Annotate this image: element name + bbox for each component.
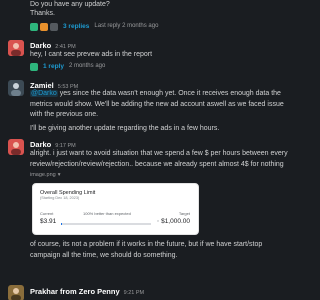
thread-replies[interactable]: 1 reply 2 months ago — [30, 62, 105, 72]
progress-note: 100% better than expected — [83, 211, 131, 216]
message-text: alright. i just want to avoid situation … — [30, 150, 288, 168]
progress-fill — [61, 223, 62, 225]
message-text: I'll be giving another update regarding … — [30, 125, 220, 132]
message-text: Thanks. — [30, 10, 55, 17]
target-amount: $1,000.00 — [161, 218, 190, 225]
replies-meta: 2 months ago — [68, 63, 106, 70]
avatar — [30, 63, 38, 71]
current-value: $3.91 — [40, 218, 57, 225]
avatar — [40, 23, 48, 31]
current-label: Current — [40, 211, 54, 216]
image-attachment[interactable]: Overall Spending Limit (Starting Dec 18,… — [32, 183, 199, 235]
author-name[interactable]: Prakhar from Zero Penny — [30, 287, 120, 297]
message-text: Do you have any update? — [30, 1, 110, 8]
replies-link[interactable]: 1 reply — [43, 63, 64, 71]
thread-top: Do you have any update? Thanks. — [30, 0, 295, 18]
user-icon — [8, 139, 24, 155]
avatar[interactable] — [8, 285, 24, 300]
attachment-name[interactable]: image.png — [30, 172, 56, 179]
progress-bar — [61, 223, 151, 225]
card-subtitle: (Starting Dec 18, 2023) — [40, 196, 80, 200]
user-mention[interactable]: @Darko — [30, 90, 58, 97]
message-text: of course, its not a problem if it works… — [30, 241, 263, 259]
message-text: @Darko yes since the data wasn't enough … — [30, 89, 292, 121]
attachment-label[interactable]: image.png ▾ — [30, 172, 60, 179]
message-text: hey, I cant see prevew ads in the report — [30, 51, 153, 58]
user-icon — [8, 80, 24, 96]
message-body: yes since the data wasn't enough yet. On… — [30, 90, 284, 118]
thread-replies[interactable]: 3 replies Last reply 2 months ago — [30, 22, 158, 32]
target-label: Target — [178, 211, 190, 216]
avatar[interactable] — [8, 139, 24, 155]
replies-meta: Last reply 2 months ago — [94, 23, 159, 30]
user-icon — [8, 285, 24, 300]
message-header: Prakhar from Zero Penny 9:21 PM — [30, 287, 144, 297]
timestamp[interactable]: 9:21 PM — [124, 290, 144, 297]
user-icon — [8, 40, 24, 56]
avatar — [50, 23, 58, 31]
avatar[interactable] — [8, 40, 24, 56]
avatar[interactable] — [8, 80, 24, 96]
replies-link[interactable]: 3 replies — [63, 23, 89, 31]
avatar — [30, 23, 38, 31]
target-value: ◦ $1,000.00 — [157, 218, 190, 226]
chevron-down-icon[interactable]: ▾ — [58, 172, 61, 179]
